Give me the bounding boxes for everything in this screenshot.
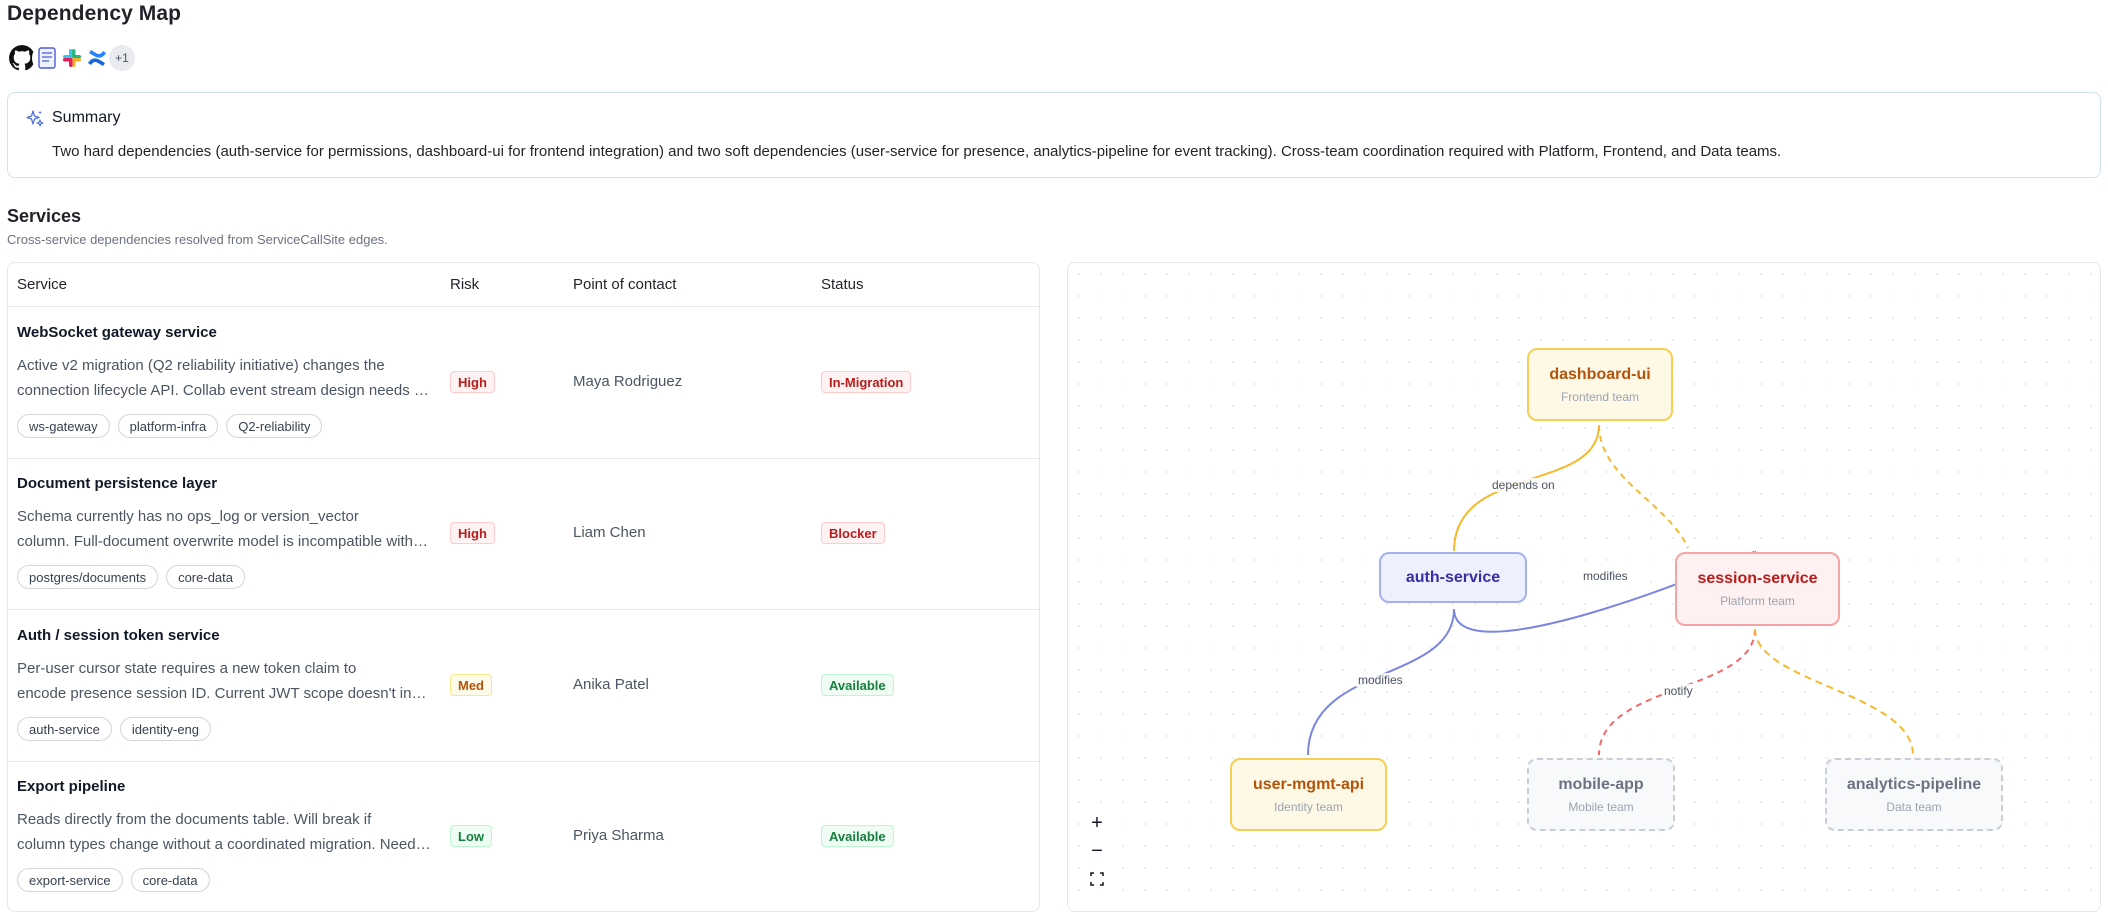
node-team: Data team (1886, 799, 1942, 814)
risk-badge: High (450, 522, 495, 544)
node-team: Platform team (1720, 594, 1795, 608)
service-description-line: Active v2 migration (Q2 reliability init… (17, 357, 385, 374)
zoom-in-button[interactable]: + (1082, 809, 1112, 837)
service-description-line: Reads directly from the documents table.… (17, 811, 372, 828)
service-name: Export pipeline (17, 778, 126, 795)
service-description: Active v2 migration (Q2 reliability init… (17, 353, 432, 403)
services-table: Service Risk Point of contact Status Web… (7, 262, 1040, 912)
node-dashboard-ui[interactable]: dashboard-ui Frontend team (1527, 348, 1673, 421)
point-of-contact: Anika Patel (573, 676, 649, 693)
service-description-line: Per-user cursor state requires a new tok… (17, 660, 357, 677)
edge-dashboard-session[interactable] (1598, 424, 1689, 549)
point-of-contact: Liam Chen (573, 524, 646, 541)
tag[interactable]: ws-gateway (17, 414, 110, 438)
status-badge: Blocker (821, 522, 885, 544)
risk-badge: High (450, 371, 495, 393)
node-auth-service[interactable]: auth-service (1379, 552, 1527, 603)
edge-label-modifies: modifies (1356, 673, 1405, 687)
services-title: Services (7, 206, 82, 226)
service-description: Per-user cursor state requires a new tok… (17, 656, 432, 706)
service-name: WebSocket gateway service (17, 324, 217, 341)
column-header-risk[interactable]: Risk (450, 276, 479, 293)
tag-list: export-service core-data (17, 868, 210, 892)
summary-title: Summary (52, 109, 121, 126)
tag[interactable]: postgres/documents (17, 565, 159, 589)
status-badge: Available (821, 674, 894, 696)
service-description-line: column types change without a coordinate… (17, 836, 432, 853)
table-row[interactable]: Document persistence layer Schema curren… (8, 458, 1039, 610)
tag[interactable]: export-service (17, 868, 123, 892)
risk-badge: Med (450, 674, 492, 696)
service-description-line: column. Full-document overwrite model is… (17, 533, 432, 550)
service-name: Document persistence layer (17, 475, 218, 492)
fullscreen-icon (1090, 872, 1104, 886)
tag-list: postgres/documents core-data (17, 565, 245, 589)
node-name: user-mgmt-api (1252, 775, 1365, 793)
page-title: Dependency Map (7, 2, 182, 25)
node-team: Mobile team (1568, 799, 1634, 814)
node-name: auth-service (1405, 568, 1501, 586)
summary-text: Two hard dependencies (auth-service for … (52, 143, 1782, 160)
edge-session-analytics[interactable] (1754, 628, 1914, 756)
edge-label-notify: notify (1662, 684, 1695, 698)
service-name: Auth / session token service (17, 627, 220, 644)
point-of-contact: Priya Sharma (573, 827, 664, 844)
fit-view-button[interactable] (1082, 865, 1112, 893)
node-mobile-app[interactable]: mobile-app Mobile team (1527, 758, 1675, 831)
node-team: Identity team (1274, 799, 1343, 814)
service-description-line: connection lifecycle API. Collab event s… (17, 382, 432, 399)
node-name: mobile-app (1558, 775, 1644, 793)
tag[interactable]: identity-eng (119, 717, 212, 741)
table-row[interactable]: WebSocket gateway service Active v2 migr… (8, 307, 1039, 459)
status-badge: In-Migration (821, 371, 912, 393)
dependency-graph[interactable]: depends on modifies modifies notify dash… (1067, 262, 2101, 912)
summary-card: Summary Two hard dependencies (auth-serv… (7, 92, 2101, 178)
node-session-service[interactable]: session-service Platform team (1675, 552, 1840, 626)
table-row[interactable]: Export pipeline Reads directly from the … (8, 761, 1039, 911)
service-description: Reads directly from the documents table.… (17, 807, 432, 857)
node-team: Frontend team (1560, 389, 1640, 404)
edge-label-depends-on: depends on (1490, 478, 1557, 492)
node-user-mgmt-api[interactable]: user-mgmt-api Identity team (1230, 758, 1387, 831)
node-analytics-pipeline[interactable]: analytics-pipeline Data team (1825, 758, 2003, 831)
point-of-contact: Maya Rodriguez (573, 373, 683, 390)
service-description-line: Schema currently has no ops_log or versi… (17, 508, 359, 525)
service-description: Schema currently has no ops_log or versi… (17, 504, 432, 554)
tag[interactable]: platform-infra (117, 414, 219, 438)
node-name: dashboard-ui (1549, 365, 1651, 383)
table-row[interactable]: Auth / session token service Per-user cu… (8, 610, 1039, 762)
edge-label-modifies: modifies (1581, 569, 1630, 583)
tag-list: ws-gateway platform-infra Q2-reliability (17, 414, 323, 438)
more-integrations-badge[interactable]: +1 (107, 43, 137, 73)
node-name: session-service (1697, 570, 1818, 587)
sparkle-icon (26, 110, 44, 127)
tag-list: auth-service identity-eng (17, 717, 212, 741)
tag[interactable]: core-data (130, 868, 210, 892)
tag[interactable]: auth-service (17, 717, 112, 741)
tag[interactable]: Q2-reliability (226, 414, 323, 438)
table-header: Service Risk Point of contact Status (8, 263, 1039, 307)
risk-badge: Low (450, 825, 492, 847)
tag[interactable]: core-data (166, 565, 245, 589)
node-name: analytics-pipeline (1846, 775, 1982, 793)
services-subtitle: Cross-service dependencies resolved from… (7, 232, 388, 247)
integrations-bar: +1 (7, 42, 137, 74)
column-header-contact[interactable]: Point of contact (573, 276, 676, 293)
status-badge: Available (821, 825, 894, 847)
column-header-service[interactable]: Service (17, 276, 67, 293)
zoom-out-button[interactable]: − (1082, 837, 1112, 865)
service-description-line: encode presence session ID. Current JWT … (17, 685, 432, 702)
column-header-status[interactable]: Status (821, 276, 864, 293)
